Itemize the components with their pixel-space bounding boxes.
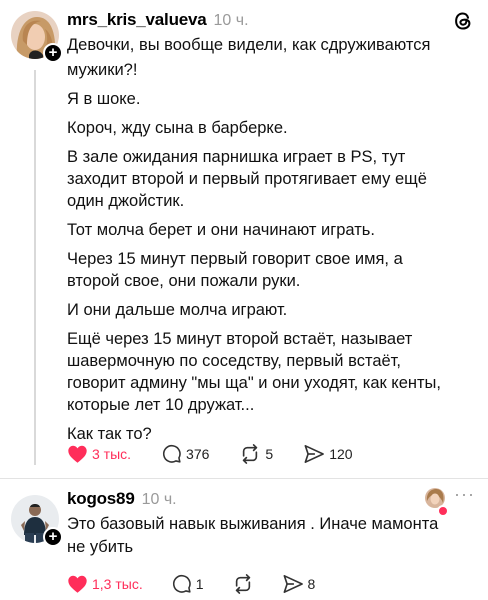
post-text-line: В зале ожидания парнишка играет в PS, ту… (67, 148, 406, 166)
post-header: mrs_kris_valueva 10 ч. (67, 10, 249, 30)
timestamp: 10 ч. (213, 12, 249, 29)
comment-icon (171, 573, 192, 594)
like-count: 3 тыс. (92, 445, 132, 462)
heart-icon (67, 444, 88, 464)
comment-button[interactable]: 376 (161, 443, 209, 464)
post-text-line: Как так то? (67, 425, 152, 443)
post-text-line: второй свое, они пожали руки. (67, 272, 301, 290)
post-text-line: Через 15 минут первый говорит свое имя, … (67, 250, 403, 268)
post-text-line: Короч, жду сына в барберке. (67, 119, 288, 137)
like-count: 1,3 тыс. (92, 575, 143, 592)
reply-avatar-wrap[interactable]: + (11, 495, 63, 547)
repost-button[interactable]: 5 (239, 443, 274, 464)
like-button[interactable]: 3 тыс. (67, 444, 131, 464)
repost-button[interactable] (232, 573, 254, 594)
share-icon (303, 444, 325, 464)
threads-logo-icon[interactable] (452, 10, 474, 37)
repost-icon (232, 573, 254, 594)
post-actions: 3 тыс. 376 5 120 (67, 443, 353, 464)
author-avatar-wrap[interactable]: + (11, 11, 63, 63)
more-icon[interactable]: ··· (454, 485, 475, 503)
heart-icon (67, 574, 88, 594)
post-text-line: Ещё через 15 минут второй встаёт, называ… (67, 330, 413, 348)
post-main: + mrs_kris_valueva 10 ч. Девочки, вы воо… (0, 0, 488, 480)
timestamp: 10 ч. (141, 491, 177, 508)
comment-count: 376 (186, 445, 210, 462)
follow-plus-icon[interactable]: + (43, 43, 63, 63)
post-text-line: заходит второй и первый протягивает ему … (67, 170, 427, 188)
post-text-line: мужики?! (67, 61, 138, 79)
share-count: 120 (329, 445, 353, 462)
comment-count: 1 (195, 575, 204, 592)
post-text-line: Тот молча берет и они начинают играть. (67, 221, 375, 239)
post-text-line: шавермочную по соседству, первый встаёт, (67, 352, 401, 370)
post-text-line: которые лет 10 дружат... (67, 396, 255, 414)
author-like-avatar-icon (424, 487, 449, 517)
comment-button[interactable]: 1 (171, 573, 204, 594)
share-button[interactable]: 120 (303, 444, 353, 464)
follow-plus-icon[interactable]: + (43, 527, 63, 547)
username[interactable]: mrs_kris_valueva (67, 10, 207, 30)
reply-header: kogos89 10 ч. (67, 489, 177, 509)
share-button[interactable]: 8 (282, 574, 316, 594)
post-text-line: говорит админу "мы ща" и они уходят, как… (67, 374, 442, 392)
share-count: 8 (307, 575, 316, 592)
reply-text-line: Это базовый навык выживания . Иначе мамо… (67, 515, 439, 533)
repost-count: 5 (265, 445, 274, 462)
reply-actions: 1,3 тыс. 1 8 (67, 573, 315, 594)
comment-icon (161, 443, 182, 464)
post-text-line: один джойстик. (67, 192, 185, 210)
like-button[interactable]: 1,3 тыс. (67, 574, 143, 594)
repost-icon (239, 443, 261, 464)
divider (0, 478, 488, 479)
thread-line (34, 70, 36, 465)
username[interactable]: kogos89 (67, 489, 135, 509)
reply-text-line: не убить (67, 538, 134, 556)
post-reply: + kogos89 10 ч. ··· Это базовый навык вы… (0, 480, 488, 600)
post-text-line: Девочки, вы вообще видели, как сдруживаю… (67, 36, 431, 54)
share-icon (282, 574, 304, 594)
post-text-line: Я в шоке. (67, 90, 141, 108)
post-text-line: И они дальше молча играют. (67, 301, 288, 319)
